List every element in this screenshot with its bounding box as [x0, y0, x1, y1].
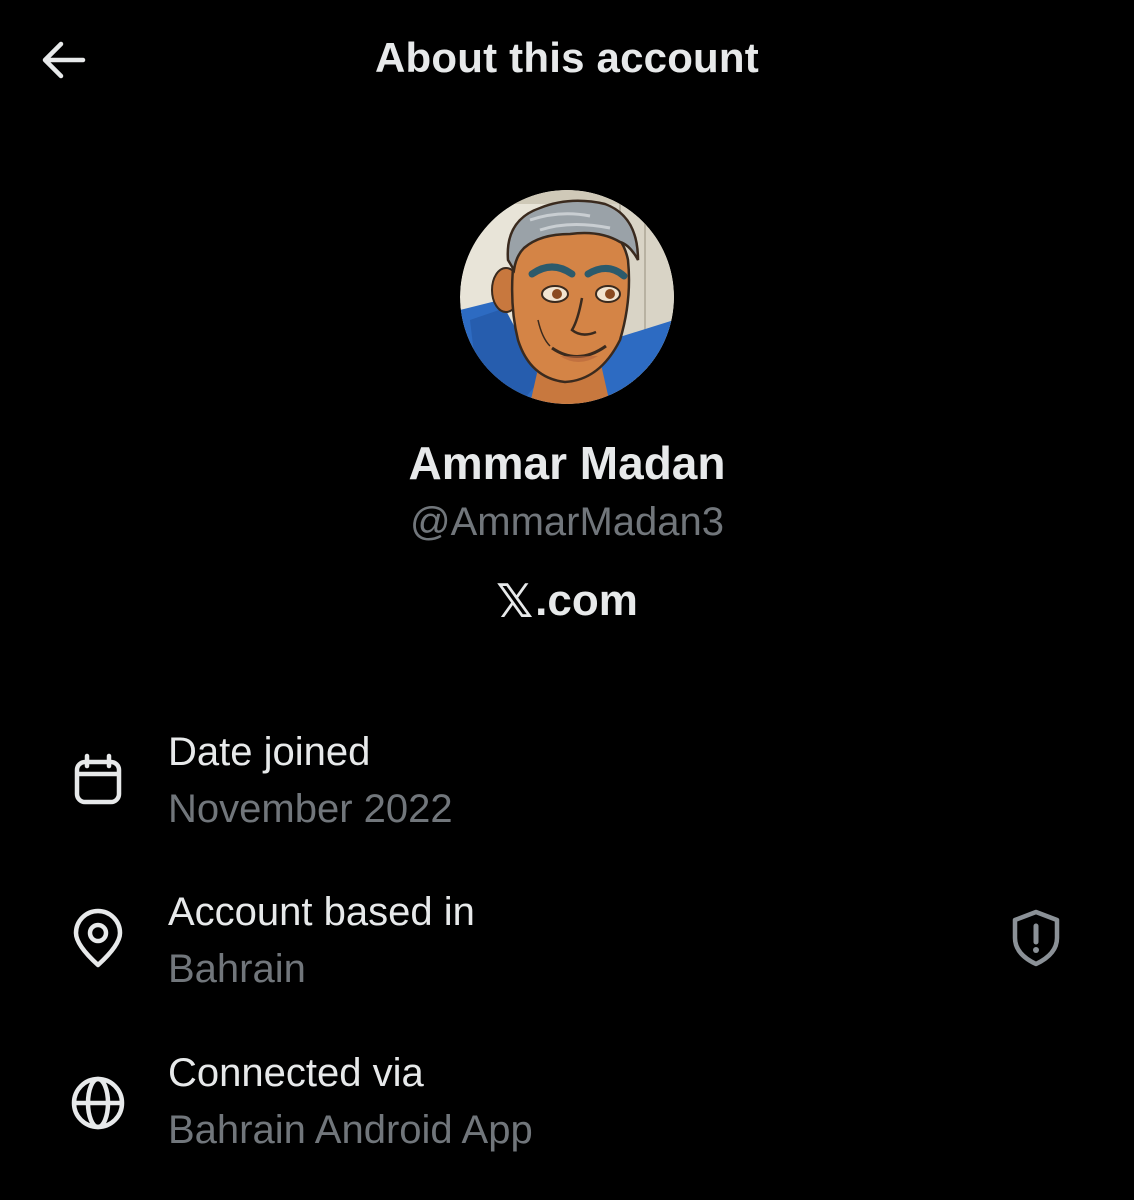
location-pin-icon — [66, 906, 130, 970]
avatar-illustration — [460, 190, 674, 404]
date-joined-row: Date joined November 2022 — [0, 720, 1134, 840]
account-based-in-label: Account based in — [168, 890, 475, 934]
platform-label: 𝕏 .com — [0, 578, 1134, 624]
shield-alert-icon — [1012, 909, 1060, 967]
display-name: Ammar Madan — [408, 437, 726, 489]
location-info-button[interactable] — [1002, 904, 1070, 972]
date-joined-label: Date joined — [168, 730, 371, 774]
calendar-icon — [66, 748, 130, 812]
account-based-in-row: Account based in Bahrain — [0, 882, 1134, 1002]
page-title: About this account — [375, 34, 759, 81]
connected-via-value: Bahrain Android App — [168, 1108, 533, 1152]
avatar[interactable] — [460, 190, 674, 404]
account-based-in-value: Bahrain — [168, 947, 306, 991]
connected-via-row: Connected via Bahrain Android App — [0, 1043, 1134, 1163]
date-joined-value: November 2022 — [168, 787, 453, 831]
globe-icon — [66, 1071, 130, 1135]
top-bar: About this account — [0, 0, 1134, 120]
connected-via-label: Connected via — [168, 1051, 424, 1095]
x-logo-icon: 𝕏 — [496, 574, 534, 628]
user-handle: @AmmarMadan3 — [409, 500, 725, 544]
platform-domain: .com — [535, 576, 638, 625]
